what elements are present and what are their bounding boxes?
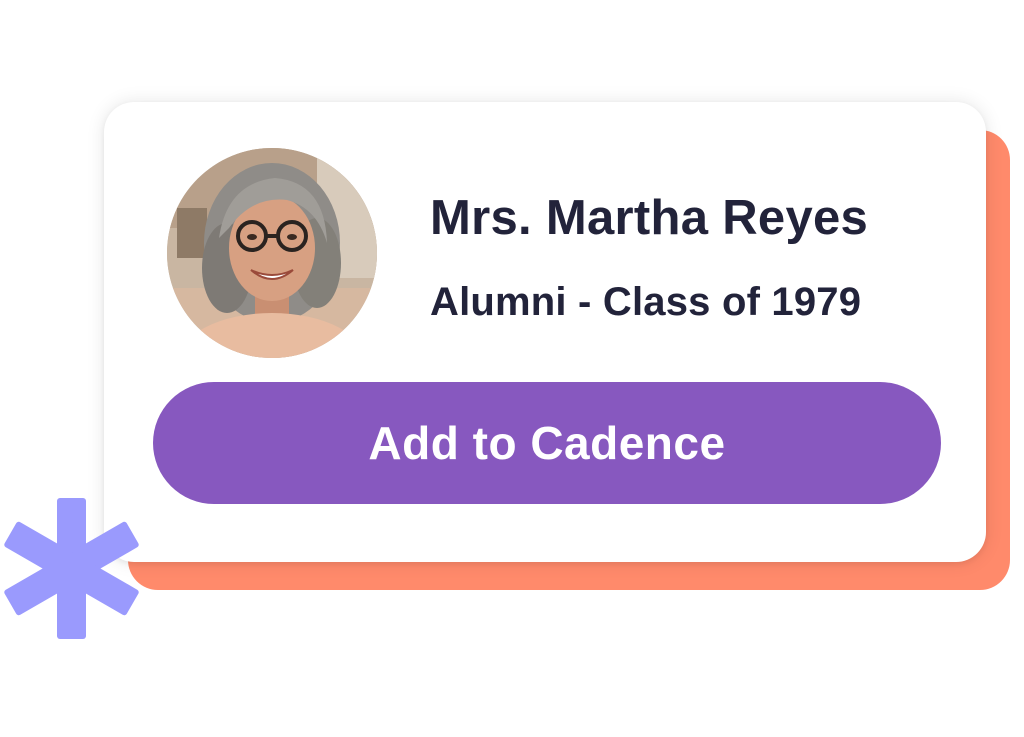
profile-subtitle: Alumni - Class of 1979 xyxy=(430,280,862,324)
asterisk-icon xyxy=(4,498,139,639)
profile-name: Mrs. Martha Reyes xyxy=(430,191,869,245)
profile-card-stage: Mrs. Martha Reyes Alumni - Class of 1979… xyxy=(0,0,1024,737)
person-photo-icon xyxy=(167,148,377,358)
avatar xyxy=(167,148,377,358)
profile-card: Mrs. Martha Reyes Alumni - Class of 1979… xyxy=(104,102,986,562)
add-to-cadence-button[interactable]: Add to Cadence xyxy=(153,382,941,504)
